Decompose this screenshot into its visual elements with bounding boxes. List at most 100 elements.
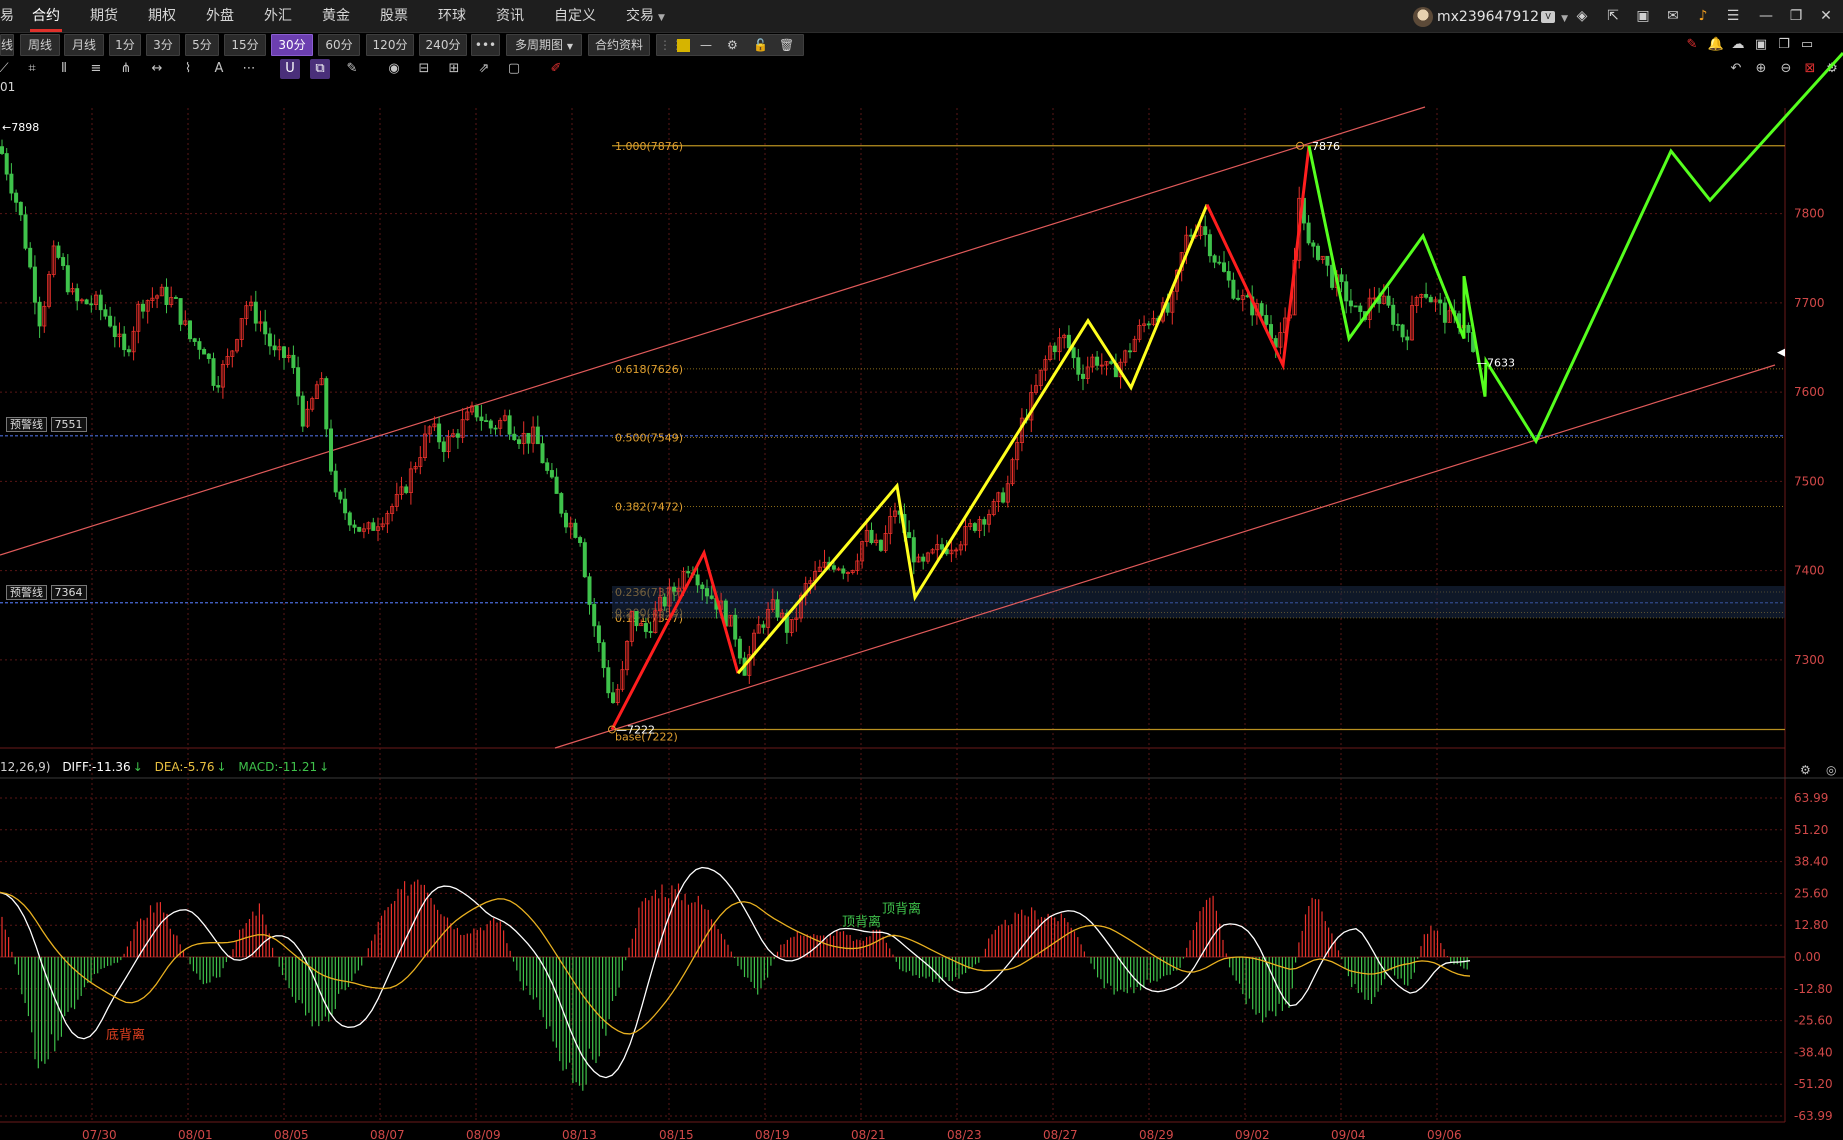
candle-body xyxy=(1231,279,1236,299)
candle-body xyxy=(573,522,578,538)
date-tick-label: 08/13 xyxy=(562,1128,597,1140)
macd-close-icon: ◎ xyxy=(1826,763,1836,777)
candle-body xyxy=(1466,324,1471,333)
high-price-left-label: ←7898 xyxy=(2,121,39,134)
wave-line-zigzag-red-2 xyxy=(1205,145,1311,371)
candle-body xyxy=(488,420,493,429)
candle-body xyxy=(65,265,70,293)
candle-body xyxy=(1236,297,1241,300)
candle-body xyxy=(921,556,926,562)
candle-body xyxy=(493,427,498,430)
candle-body xyxy=(869,529,874,544)
candle-body xyxy=(507,415,512,435)
candle-body xyxy=(1428,296,1433,303)
low-point-label: —7222 xyxy=(616,723,655,736)
kline-chart[interactable]: 07/30 08/01 08/05 08/07 08/09 08/13 08/15 08/19… xyxy=(0,0,1843,1140)
candle-body xyxy=(1095,356,1100,366)
alert-line-label: 预警线 xyxy=(6,417,47,432)
macd-tick-label: -63.99 xyxy=(1794,1109,1833,1123)
alert-line-value: 7364 xyxy=(50,585,87,600)
candle-body xyxy=(347,512,352,526)
candle-body xyxy=(61,257,66,267)
candle-body xyxy=(164,286,169,305)
alert-line-tag-2[interactable]: 预警线 7364 xyxy=(6,585,87,600)
date-tick-label: 08/23 xyxy=(947,1128,982,1140)
candle-body xyxy=(281,346,286,358)
candle-body xyxy=(1128,350,1133,353)
candle-body xyxy=(1311,242,1316,247)
candle-body xyxy=(1217,261,1222,264)
candle-body xyxy=(841,568,846,574)
macd-tick-label: 0.00 xyxy=(1794,950,1821,964)
candle-body xyxy=(112,325,117,338)
candle-body xyxy=(564,512,569,528)
macd-tick-label: -51.20 xyxy=(1794,1077,1833,1091)
date-tick-label: 09/06 xyxy=(1427,1128,1462,1140)
candle-body xyxy=(606,667,611,694)
candle-body xyxy=(108,315,113,327)
candle-body xyxy=(554,476,559,494)
candle-body xyxy=(263,321,268,335)
fib-level-label: 0.382(7472) xyxy=(615,500,683,513)
channel-lower-line xyxy=(554,364,1776,749)
macd-legend: 12,26,9) DIFF:-11.36 ↓ DEA:-5.76 ↓ MACD:-1… xyxy=(0,760,337,774)
candle-body xyxy=(28,247,33,268)
fibonacci-retracement[interactable]: 1.000(7876) 0.618(7626) 0.500(7549) 0.382(7… xyxy=(0,140,1785,744)
date-tick-label: 09/04 xyxy=(1331,1128,1366,1140)
macd-value: MACD:-11.21 xyxy=(238,760,318,774)
candle-body xyxy=(1109,361,1114,364)
candle-body xyxy=(103,309,108,317)
candle-body xyxy=(140,303,145,312)
candle-body xyxy=(517,439,522,445)
candle-body xyxy=(1424,294,1429,298)
last-price-label: —7633 xyxy=(1476,357,1515,370)
candle-body xyxy=(1071,347,1076,359)
macd-params: 12,26,9) xyxy=(0,760,51,774)
trend-channel[interactable] xyxy=(0,106,1776,749)
candle-body xyxy=(1259,303,1264,316)
arrow-down-icon: ↓ xyxy=(319,760,330,774)
channel-upper-line xyxy=(0,106,1426,556)
candle-body xyxy=(878,539,883,551)
candle-body xyxy=(775,599,780,618)
candle-body xyxy=(1081,373,1086,379)
alert-line-tag-1[interactable]: 预警线 7551 xyxy=(6,417,87,432)
macd-tick-label: 25.60 xyxy=(1794,886,1828,900)
candle-body xyxy=(1438,299,1443,304)
candle-body xyxy=(192,338,197,342)
candle-body xyxy=(9,173,14,194)
candle-body xyxy=(549,470,554,478)
price-tick-label: 7300 xyxy=(1794,653,1825,667)
date-tick-label: 08/15 xyxy=(659,1128,694,1140)
candle-body xyxy=(1344,281,1349,302)
candle-body xyxy=(1391,304,1396,325)
candle-body xyxy=(512,433,517,441)
candle-body xyxy=(343,498,348,514)
candle-body xyxy=(18,201,23,216)
candle-body xyxy=(211,358,216,386)
candle-body xyxy=(75,288,80,302)
candle-body xyxy=(1052,345,1057,353)
candle-body xyxy=(1306,222,1311,244)
candle-body xyxy=(202,349,207,355)
candle-body xyxy=(648,631,653,633)
candle-body xyxy=(592,604,597,627)
date-tick-label: 07/30 xyxy=(82,1128,117,1140)
candle-body xyxy=(352,524,357,528)
fib-level-label: 1.000(7876) xyxy=(615,140,683,153)
macd-tick-label: -38.40 xyxy=(1794,1045,1833,1059)
wave-line-zigzag-green xyxy=(1307,51,1843,445)
candle-body xyxy=(441,441,446,453)
macd-tick-label: -12.80 xyxy=(1794,982,1833,996)
candle-body xyxy=(404,486,409,493)
candle-body xyxy=(89,303,94,306)
candle-body xyxy=(940,544,945,550)
candle-body xyxy=(296,367,301,397)
divergence-label-bottom: 底背离 xyxy=(106,1027,145,1043)
macd-tick-label: 12.80 xyxy=(1794,918,1828,932)
candle-body xyxy=(1066,334,1071,349)
macd-diff: DIFF:-11.36 xyxy=(62,760,131,774)
candle-body xyxy=(333,470,338,493)
candle-body xyxy=(173,297,178,299)
candle-body xyxy=(291,354,296,369)
